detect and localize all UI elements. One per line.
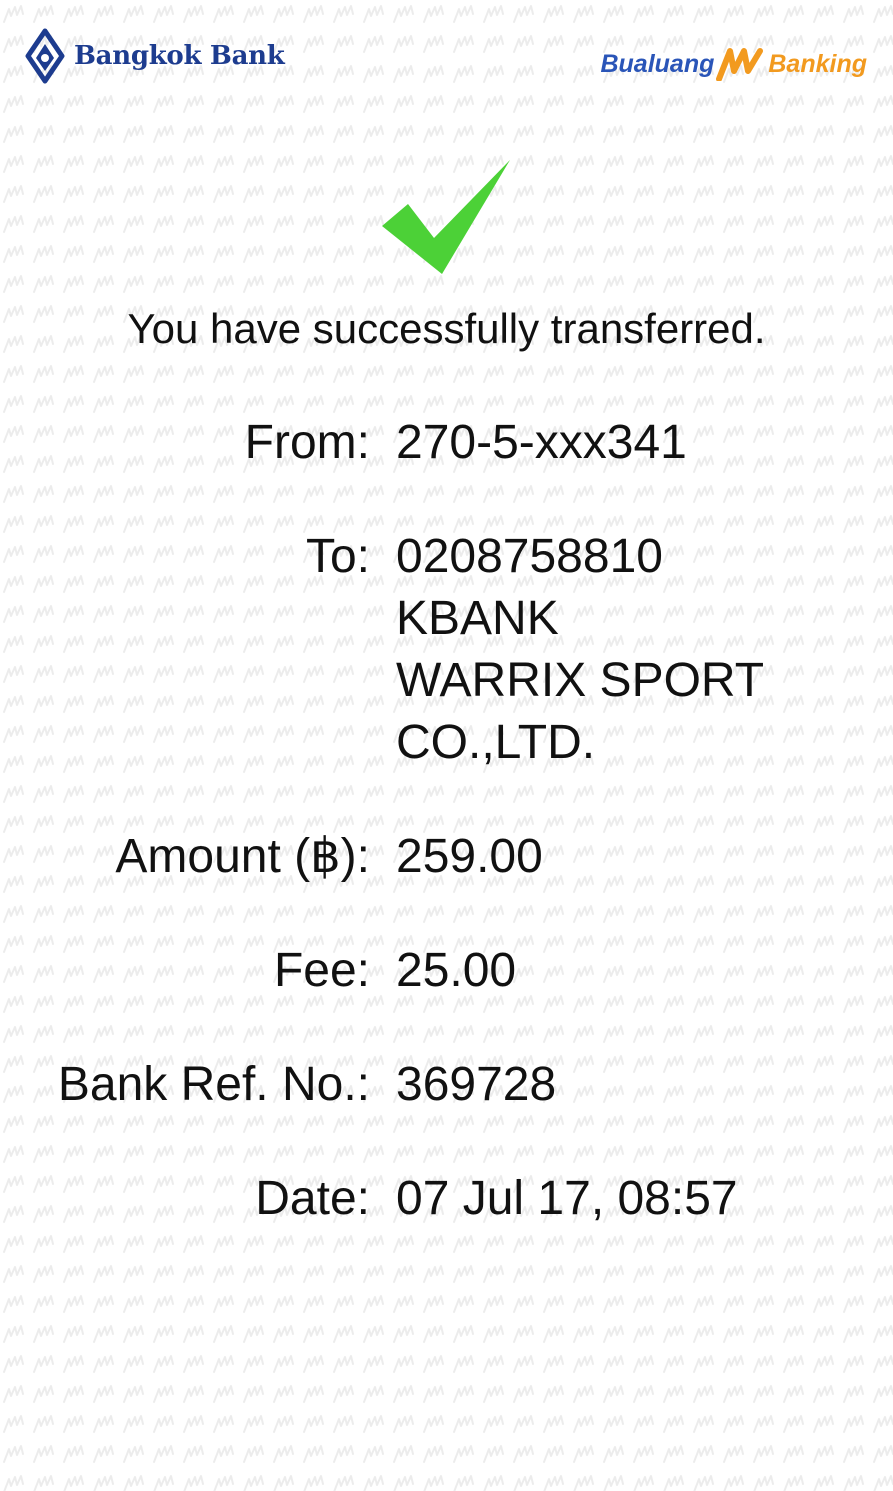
bualuang-mbanking-logo: Bualuang Banking bbox=[600, 44, 867, 84]
to-row: To: 0208758810 KBANK WARRIX SPORT CO.,LT… bbox=[0, 526, 893, 774]
to-name-line1: WARRIX SPORT bbox=[396, 654, 765, 707]
success-message: You have successfully transferred. bbox=[127, 305, 766, 352]
date-row: Date: 07 Jul 17, 08:57 bbox=[0, 1168, 893, 1230]
from-row: From: 270-5-xxx341 bbox=[0, 412, 893, 474]
bank-name: Bangkok Bank bbox=[74, 41, 285, 71]
bank-ref-label: Bank Ref. No.: bbox=[57, 1058, 370, 1111]
bangkok-bank-emblem-icon bbox=[25, 28, 65, 84]
to-account: 0208758810 bbox=[396, 530, 663, 583]
fee-value: 25.00 bbox=[396, 944, 517, 997]
date-value: 07 Jul 17, 08:57 bbox=[396, 1172, 738, 1225]
bangkok-bank-logo: Bangkok Bank bbox=[24, 28, 285, 84]
to-bank: KBANK bbox=[396, 592, 559, 645]
brand-right-text: Banking bbox=[768, 49, 867, 78]
amount-label: Amount (฿): bbox=[115, 830, 370, 883]
from-account: 270-5-xxx341 bbox=[396, 416, 687, 469]
amount-row: Amount (฿): 259.00 bbox=[0, 826, 893, 888]
fee-row: Fee: 25.00 bbox=[0, 940, 893, 1002]
check-icon bbox=[382, 160, 510, 274]
date-label: Date: bbox=[255, 1172, 370, 1225]
to-label: To: bbox=[305, 530, 370, 583]
to-details: 0208758810 KBANK WARRIX SPORT CO.,LTD. bbox=[396, 526, 764, 774]
amount-value: 259.00 bbox=[396, 830, 543, 883]
to-name-line2: CO.,LTD. bbox=[396, 716, 596, 769]
brand-left-text: Bualuang bbox=[600, 49, 715, 78]
from-label: From: bbox=[244, 416, 370, 469]
bank-ref-value: 369728 bbox=[396, 1058, 557, 1111]
m-logo-icon bbox=[716, 48, 764, 81]
fee-label: Fee: bbox=[273, 944, 370, 997]
transfer-details: From: 270-5-xxx341 To: 0208758810 KBANK … bbox=[0, 412, 893, 1282]
receipt-header: Bangkok Bank Bualuang Banking bbox=[0, 0, 893, 110]
bank-ref-row: Bank Ref. No.: 369728 bbox=[0, 1054, 893, 1116]
